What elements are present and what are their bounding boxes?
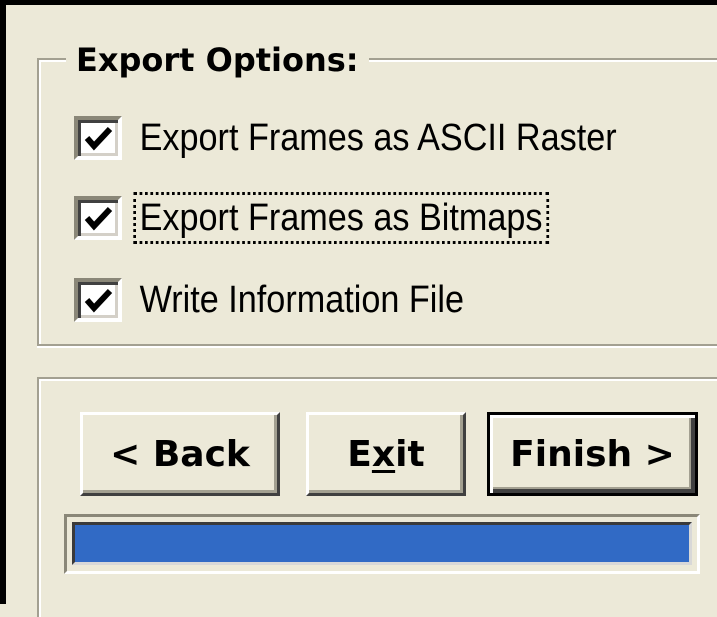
finish-button[interactable]: Finish > (487, 412, 698, 496)
bitmaps-checkbox[interactable] (74, 196, 122, 240)
exit-button[interactable]: Exit (306, 412, 466, 496)
exit-button-label: Exit (347, 433, 425, 475)
progress-bar (64, 514, 700, 574)
back-button-label: < Back (110, 433, 250, 475)
option-information-file[interactable]: Write Information File (74, 276, 504, 324)
export-options-title: Export Options: (66, 40, 369, 80)
information-file-label[interactable]: Write Information File (136, 277, 468, 323)
progress-fill (75, 525, 689, 562)
progress-track (72, 522, 692, 565)
option-ascii-raster[interactable]: Export Frames as ASCII Raster (74, 114, 674, 162)
option-bitmaps[interactable]: Export Frames as Bitmaps (74, 192, 592, 244)
ascii-raster-label[interactable]: Export Frames as ASCII Raster (136, 115, 620, 161)
export-dialog: Export Options: Export Frames as ASCII R… (0, 0, 717, 617)
finish-button-label: Finish > (510, 433, 675, 475)
checkmark-icon (84, 206, 113, 231)
checkmark-icon (84, 126, 113, 151)
back-button[interactable]: < Back (80, 412, 280, 496)
ascii-raster-checkbox[interactable] (74, 116, 122, 160)
bitmaps-label[interactable]: Export Frames as Bitmaps (133, 192, 549, 244)
window-frame-top (0, 0, 717, 5)
information-file-checkbox[interactable] (74, 278, 122, 322)
checkmark-icon (84, 288, 113, 313)
window-frame-left (0, 0, 6, 604)
